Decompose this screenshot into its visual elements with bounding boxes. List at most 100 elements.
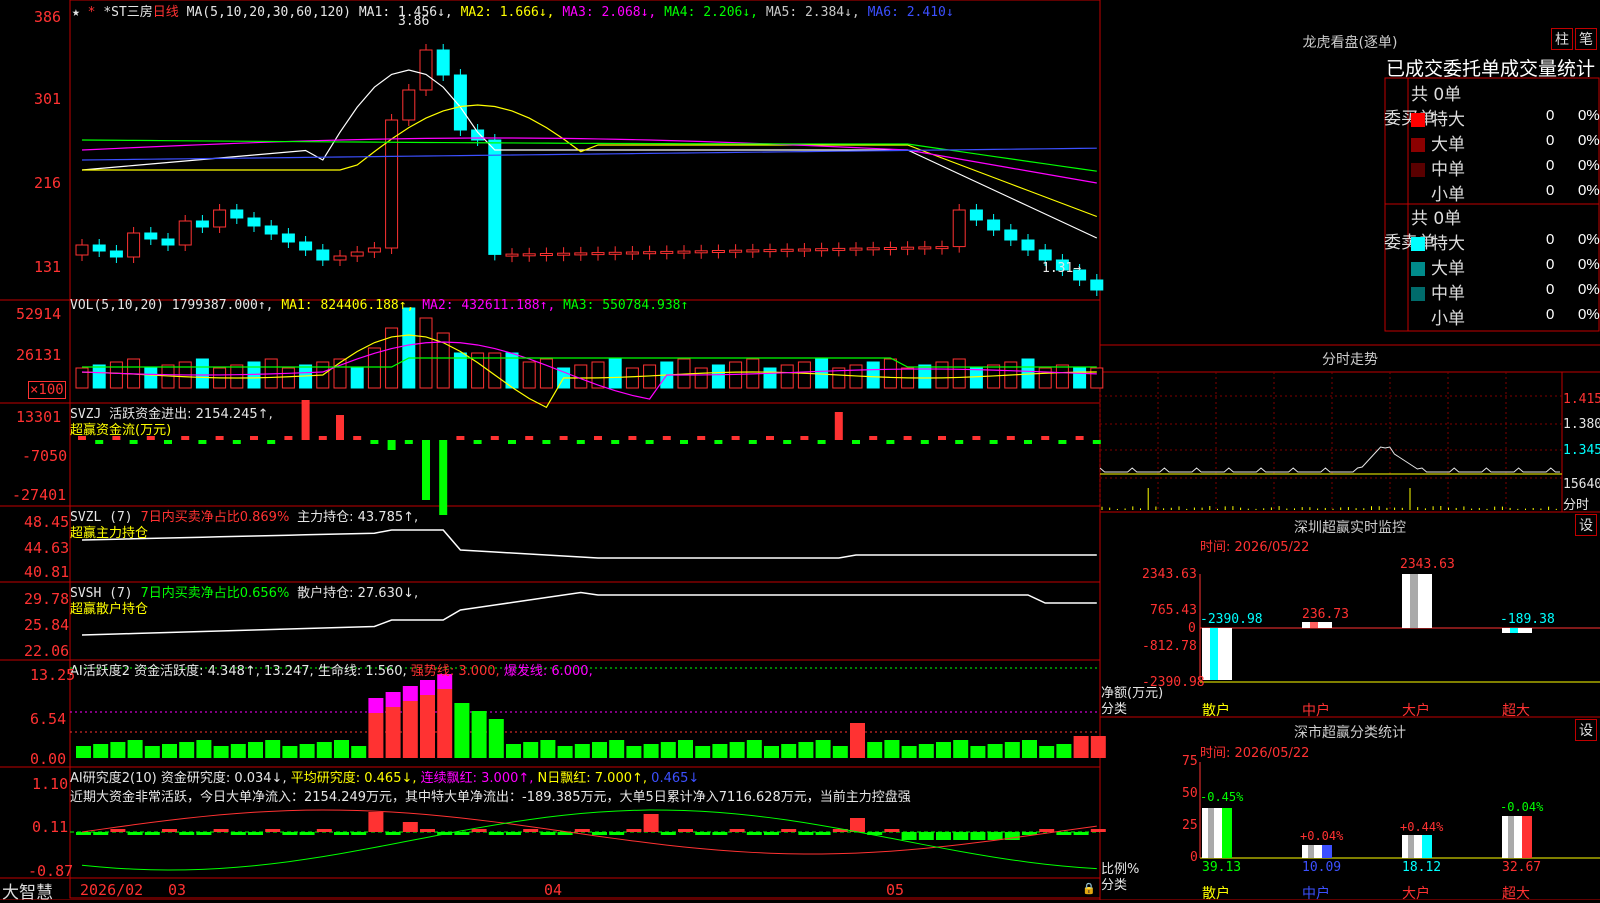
- row-name: 中单: [1431, 284, 1465, 304]
- candle: [540, 254, 552, 256]
- flow-bar: [1093, 440, 1101, 444]
- ai2-n-day-red: N日飘红: 7.000↑,: [538, 771, 647, 786]
- classify-ytick: 50: [1182, 786, 1198, 801]
- row-name: 特大: [1431, 234, 1465, 254]
- research-bar: [764, 832, 779, 835]
- classify-change: +0.04%: [1300, 829, 1343, 843]
- flow-bar: [284, 436, 292, 440]
- flow-bar: [388, 440, 396, 450]
- monitor-settings-button[interactable]: 设: [1575, 514, 1597, 536]
- monitor-ytick: 2343.63: [1142, 567, 1197, 582]
- vol-unit-button[interactable]: ×100: [28, 381, 66, 399]
- classify-category: 散户: [1202, 883, 1230, 903]
- research-bar: [540, 832, 555, 835]
- classify-cat-label: 分类: [1101, 874, 1127, 893]
- research-bar: [489, 832, 504, 835]
- tick-view-button[interactable]: 笔: [1575, 28, 1597, 50]
- xaxis-label: 04: [544, 881, 562, 899]
- flow-bar: [611, 440, 619, 444]
- star-icon[interactable]: ★: [72, 5, 80, 20]
- research-bar: [884, 829, 899, 832]
- vol-ytick: 52914: [16, 305, 61, 323]
- research-bar: [386, 832, 401, 835]
- research-bar: [334, 832, 349, 835]
- legend-swatch: [1411, 188, 1425, 202]
- classify-change: -0.04%: [1500, 800, 1543, 814]
- volume-bar: [609, 359, 621, 388]
- ai-activity-bar: [988, 744, 1003, 758]
- row-name: 小单: [1431, 309, 1465, 329]
- brand-logo[interactable]: 大智慧: [2, 878, 53, 903]
- research-bar: [798, 832, 813, 835]
- monitor-ytick: 765.43: [1150, 603, 1197, 618]
- ai-activity-bar: [730, 742, 745, 758]
- monitor-value: 2343.63: [1400, 557, 1455, 572]
- ai-activity-bar: [351, 746, 366, 758]
- research-bar: [179, 832, 194, 835]
- row-pct: 0%: [1578, 157, 1600, 174]
- svzl-subtitle: 超赢主力持仓: [70, 522, 148, 541]
- flow-bar: [336, 415, 344, 440]
- vol-ma2: MA2: 432611.188↑,: [422, 298, 555, 313]
- vol-ytick: 26131: [16, 346, 61, 364]
- ai-activity-bar: [1039, 746, 1054, 758]
- stock-chart-canvas[interactable]: [0, 0, 1600, 900]
- volume-bar: [970, 368, 982, 388]
- ai-activity-bar: [128, 740, 143, 758]
- candle: [902, 247, 914, 249]
- classify-settings-button[interactable]: 设: [1575, 719, 1597, 741]
- candle: [678, 251, 690, 253]
- classify-bar-hl: [1222, 808, 1232, 858]
- longhu-subtitle: 已成交委托单成交量统计: [1386, 54, 1595, 81]
- lock-icon[interactable]: 🔒: [1082, 882, 1096, 895]
- candle: [523, 254, 535, 256]
- ai-activity-bar: [712, 744, 727, 758]
- flow-bar: [783, 440, 791, 444]
- research-bar: [454, 832, 469, 835]
- research-bar: [644, 814, 659, 832]
- volume-bar: [282, 368, 294, 388]
- candle: [76, 245, 88, 255]
- candle: [626, 252, 638, 254]
- classify-category: 大户: [1402, 883, 1430, 903]
- vol-value: 1799387.000↑,: [172, 298, 274, 313]
- candle: [145, 233, 157, 239]
- sell-total: 共 0单: [1411, 204, 1461, 229]
- vol-header: VOL(5,10,20) 1799387.000↑, MA1: 824406.1…: [70, 298, 688, 313]
- ai-activity-bar: [523, 742, 538, 758]
- bar-view-button[interactable]: 柱: [1551, 28, 1573, 50]
- svzl-ytick: 40.81: [24, 563, 69, 581]
- ai-activity-bar: [884, 740, 899, 758]
- research-bar: [506, 832, 521, 835]
- row-name: 中单: [1431, 160, 1465, 180]
- flow-bar: [766, 436, 774, 440]
- period-label[interactable]: 日线: [153, 5, 179, 20]
- research-bar: [730, 829, 745, 832]
- row-name: 大单: [1431, 259, 1465, 279]
- fenshi-foot: 分时: [1563, 494, 1589, 513]
- research-bar: [695, 832, 710, 835]
- research-bar: [420, 829, 435, 832]
- ai-activity-bar: [575, 744, 590, 758]
- flow-bar: [663, 436, 671, 440]
- candle: [867, 248, 879, 250]
- pin-icon[interactable]: *: [88, 5, 96, 20]
- row-pct: 0%: [1578, 306, 1600, 323]
- monitor-title: 深圳超赢实时监控: [1100, 517, 1600, 537]
- ai-activity-bar: [540, 740, 555, 758]
- volume-bar: [403, 308, 415, 388]
- monitor-ytick: -812.78: [1142, 639, 1197, 654]
- main-frame: [70, 0, 1100, 898]
- ai-activity-bar: [179, 742, 194, 758]
- fenshi-title: 分时走势: [1100, 349, 1600, 369]
- flow-bar: [525, 436, 533, 440]
- ai-activity-bar: [678, 740, 693, 758]
- ai1-lifeline: 生命线: 1.560,: [318, 664, 407, 679]
- flow-bar: [508, 440, 516, 444]
- research-bar: [970, 832, 985, 840]
- ai-activity-bar: [76, 746, 91, 758]
- flow-bar: [938, 436, 946, 440]
- svsh-ytick: 25.84: [24, 616, 69, 634]
- volume-bar: [145, 368, 157, 388]
- svsh-value: 散户持仓: 27.630↓,: [297, 586, 418, 601]
